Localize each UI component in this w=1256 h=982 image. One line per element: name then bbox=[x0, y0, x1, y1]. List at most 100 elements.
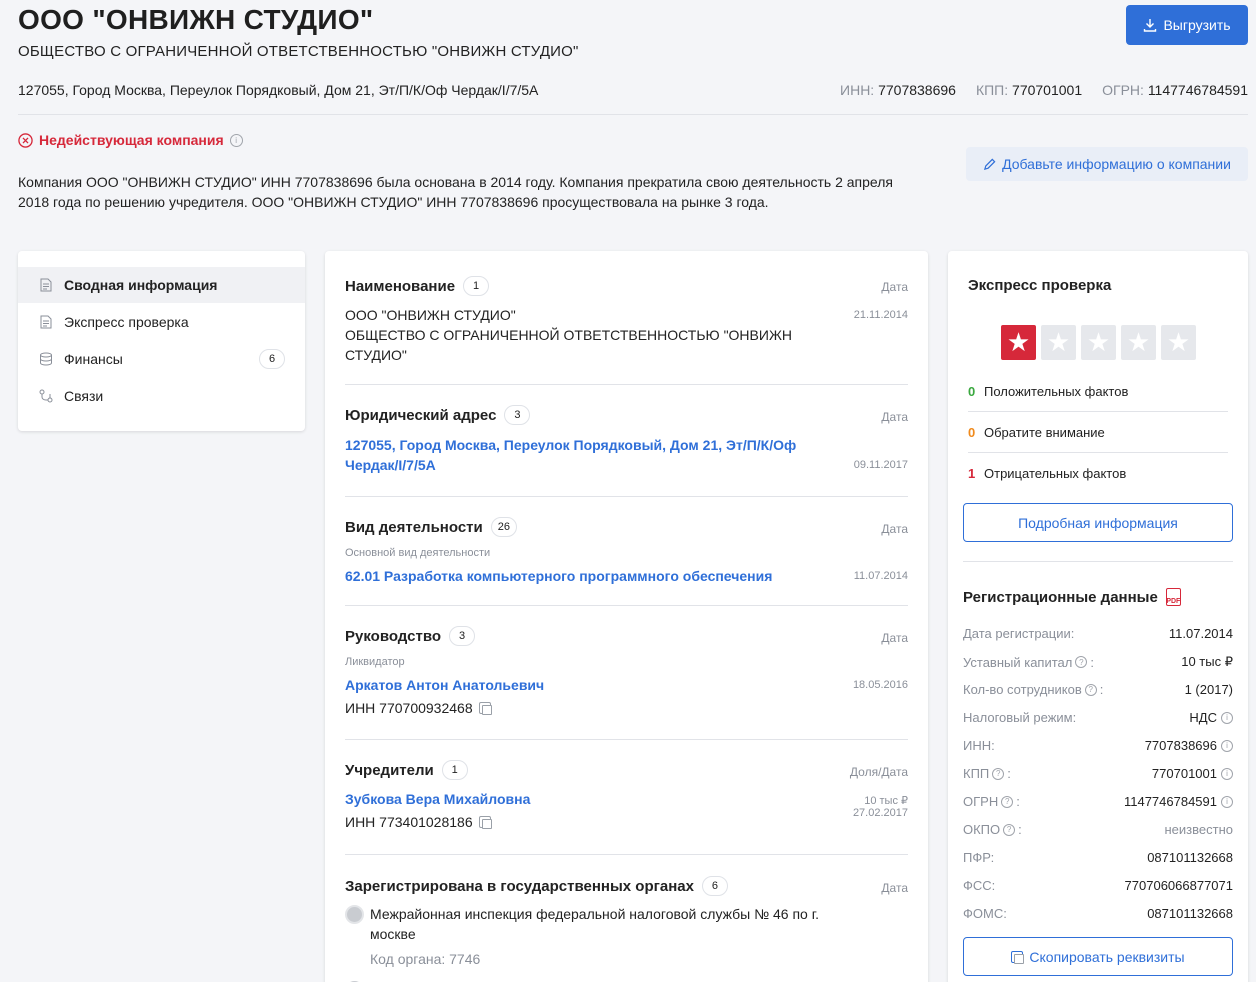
reg-value: НДС bbox=[1189, 710, 1217, 725]
info-icon[interactable]: i bbox=[1221, 739, 1233, 752]
management-person-link[interactable]: Аркатов Антон Анатольевич bbox=[345, 675, 544, 695]
help-icon[interactable]: ? bbox=[992, 767, 1005, 780]
nav-item-links[interactable]: Связи bbox=[18, 378, 305, 414]
negative-label: Отрицательных фактов bbox=[984, 466, 1127, 481]
negative-facts[interactable]: 1 Отрицательных фактов bbox=[968, 466, 1228, 493]
copy-icon[interactable] bbox=[478, 702, 492, 715]
status-badge: Недействующая компания i bbox=[18, 132, 243, 148]
reg-key-wrap: Кол-во сотрудников?: bbox=[963, 682, 1104, 697]
help-icon[interactable]: ? bbox=[1075, 656, 1088, 668]
management-role: Ликвидатор bbox=[345, 656, 405, 668]
positive-facts[interactable]: 0 Положительных фактов bbox=[968, 384, 1228, 412]
document-icon bbox=[38, 314, 54, 330]
registration-header: Регистрационные данные PDF bbox=[963, 588, 1181, 606]
count-badge: 3 bbox=[504, 405, 531, 425]
section-title: Учредители bbox=[345, 761, 434, 779]
reg-key-wrap: Уставный капитал?: bbox=[963, 654, 1094, 670]
reg-value: 1147746784591 bbox=[1123, 794, 1217, 809]
info-icon[interactable]: i bbox=[1221, 795, 1233, 808]
reg-value: 7707838696 bbox=[1144, 738, 1217, 753]
download-icon bbox=[1144, 19, 1157, 32]
attention-label: Обратите внимание bbox=[984, 425, 1105, 440]
founder-inn-value: ИНН 773401028186 bbox=[345, 814, 473, 830]
divider bbox=[963, 561, 1233, 562]
nav-item-express[interactable]: Экспресс проверка bbox=[18, 304, 305, 340]
document-icon bbox=[38, 277, 54, 293]
activity-date: 11.07.2014 bbox=[853, 570, 908, 582]
reg-row-employees: Кол-во сотрудников?: 1 (2017) bbox=[963, 682, 1233, 697]
gov-code: Код органа: 7746 bbox=[370, 951, 481, 967]
add-info-label: Добавьте информацию о компании bbox=[1002, 156, 1231, 172]
date-label: Дата bbox=[881, 631, 908, 645]
count-badge: 6 bbox=[259, 349, 285, 369]
count-badge: 6 bbox=[701, 876, 728, 896]
help-icon[interactable]: ? bbox=[1084, 683, 1097, 696]
count-badge: 1 bbox=[463, 276, 490, 296]
company-short-name: ООО "ОНВИЖН СТУДИО" bbox=[18, 4, 374, 35]
ogrn-value: 1147746784591 bbox=[1147, 82, 1248, 98]
company-full-name: ОБЩЕСТВО С ОГРАНИЧЕННОЙ ОТВЕТСТВЕННОСТЬЮ… bbox=[18, 43, 579, 60]
reg-key-wrap: ОГРН?: bbox=[963, 794, 1020, 809]
reg-value-wrap: 770701001 i bbox=[1152, 766, 1233, 781]
export-button[interactable]: Выгрузить bbox=[1126, 5, 1248, 45]
reg-key: ОКПО bbox=[963, 822, 1001, 837]
activity-sub: Основной вид деятельности bbox=[345, 547, 491, 559]
section-title: Руководство bbox=[345, 627, 442, 645]
kpp-label: КПП: bbox=[975, 82, 1009, 98]
company-address: 127055, Город Москва, Переулок Порядковы… bbox=[18, 82, 539, 98]
express-title: Экспресс проверка bbox=[968, 277, 1112, 294]
section-nav: Сводная информация Экспресс проверка Фин… bbox=[18, 251, 305, 431]
section-title: Зарегистрирована в государственных орган… bbox=[345, 877, 694, 895]
star-icon: ★ bbox=[1121, 325, 1156, 360]
inn-label: ИНН: bbox=[840, 82, 875, 98]
management-inn: ИНН 770700932468 bbox=[345, 698, 492, 718]
pdf-icon[interactable]: PDF bbox=[1165, 588, 1181, 606]
section-header: Юридический адрес 3 bbox=[345, 405, 531, 425]
add-info-button[interactable]: Добавьте информацию о компании bbox=[966, 147, 1248, 181]
reg-row-date: Дата регистрации: 11.07.2014 bbox=[963, 626, 1233, 641]
positive-count: 0 bbox=[968, 384, 976, 399]
founder-person-link[interactable]: Зубкова Вера Михайловна bbox=[345, 789, 530, 809]
reg-value: 087101132668 bbox=[1147, 906, 1233, 921]
nav-item-finance[interactable]: Финансы 6 bbox=[18, 341, 305, 377]
name-full: ОБЩЕСТВО С ОГРАНИЧЕННОЙ ОТВЕТСТВЕННОСТЬЮ… bbox=[345, 327, 792, 363]
reg-key: ОГРН bbox=[963, 794, 999, 809]
reg-row-foms: ФОМС: 087101132668 bbox=[963, 906, 1233, 921]
gov-org: Межрайонная инспекция федеральной налого… bbox=[370, 906, 820, 942]
reg-value: 770701001 bbox=[1151, 766, 1217, 781]
reg-value: 11.07.2014 bbox=[1168, 626, 1233, 641]
divider bbox=[18, 114, 1248, 115]
reg-key: Кол-во сотрудников bbox=[963, 682, 1082, 697]
attention-count: 0 bbox=[968, 425, 976, 440]
count-badge: 26 bbox=[490, 517, 517, 537]
reg-value-wrap: НДС i bbox=[1189, 710, 1233, 725]
reg-value: 1 (2017) bbox=[1184, 682, 1233, 697]
details-button[interactable]: Подробная информация bbox=[963, 503, 1233, 542]
section-legal-address: Юридический адрес 3 Дата 127055, Город М… bbox=[345, 385, 908, 497]
copy-icon[interactable] bbox=[478, 816, 492, 829]
reg-value: 087101132668 bbox=[1147, 850, 1233, 865]
negative-count: 1 bbox=[968, 466, 976, 481]
founder-inn: ИНН 773401028186 bbox=[345, 812, 492, 832]
nav-item-label: Экспресс проверка bbox=[64, 314, 189, 330]
nav-item-summary[interactable]: Сводная информация bbox=[18, 267, 305, 303]
help-icon[interactable]: ? bbox=[1001, 795, 1014, 808]
name-short: ООО "ОНВИЖН СТУДИО" bbox=[345, 307, 516, 323]
legal-address-link[interactable]: 127055, Город Москва, Переулок Порядковы… bbox=[345, 435, 815, 475]
info-icon[interactable]: i bbox=[1221, 767, 1233, 780]
nav-item-label: Сводная информация bbox=[64, 277, 218, 293]
section-name: Наименование 1 Дата ООО "ОНВИЖН СТУДИО" … bbox=[345, 251, 908, 385]
reg-key-wrap: КПП?: bbox=[963, 766, 1011, 781]
company-description: Компания ООО "ОНВИЖН СТУДИО" ИНН 7707838… bbox=[18, 174, 893, 210]
section-title: Юридический адрес bbox=[345, 406, 497, 424]
management-inn-value: ИНН 770700932468 bbox=[345, 700, 473, 716]
copy-requisites-button[interactable]: Скопировать реквизиты bbox=[963, 937, 1233, 976]
activity-link[interactable]: 62.01 Разработка компьютерного программн… bbox=[345, 566, 772, 586]
reg-value-wrap: 7707838696 i bbox=[1145, 738, 1233, 753]
ogrn-label: ОГРН: bbox=[1102, 82, 1144, 98]
info-icon[interactable]: i bbox=[1221, 711, 1233, 724]
help-icon[interactable]: ? bbox=[1003, 823, 1016, 836]
info-icon[interactable]: i bbox=[229, 133, 243, 147]
attention-facts[interactable]: 0 Обратите внимание bbox=[968, 425, 1228, 453]
founder-date: 27.02.2017 bbox=[852, 807, 908, 819]
